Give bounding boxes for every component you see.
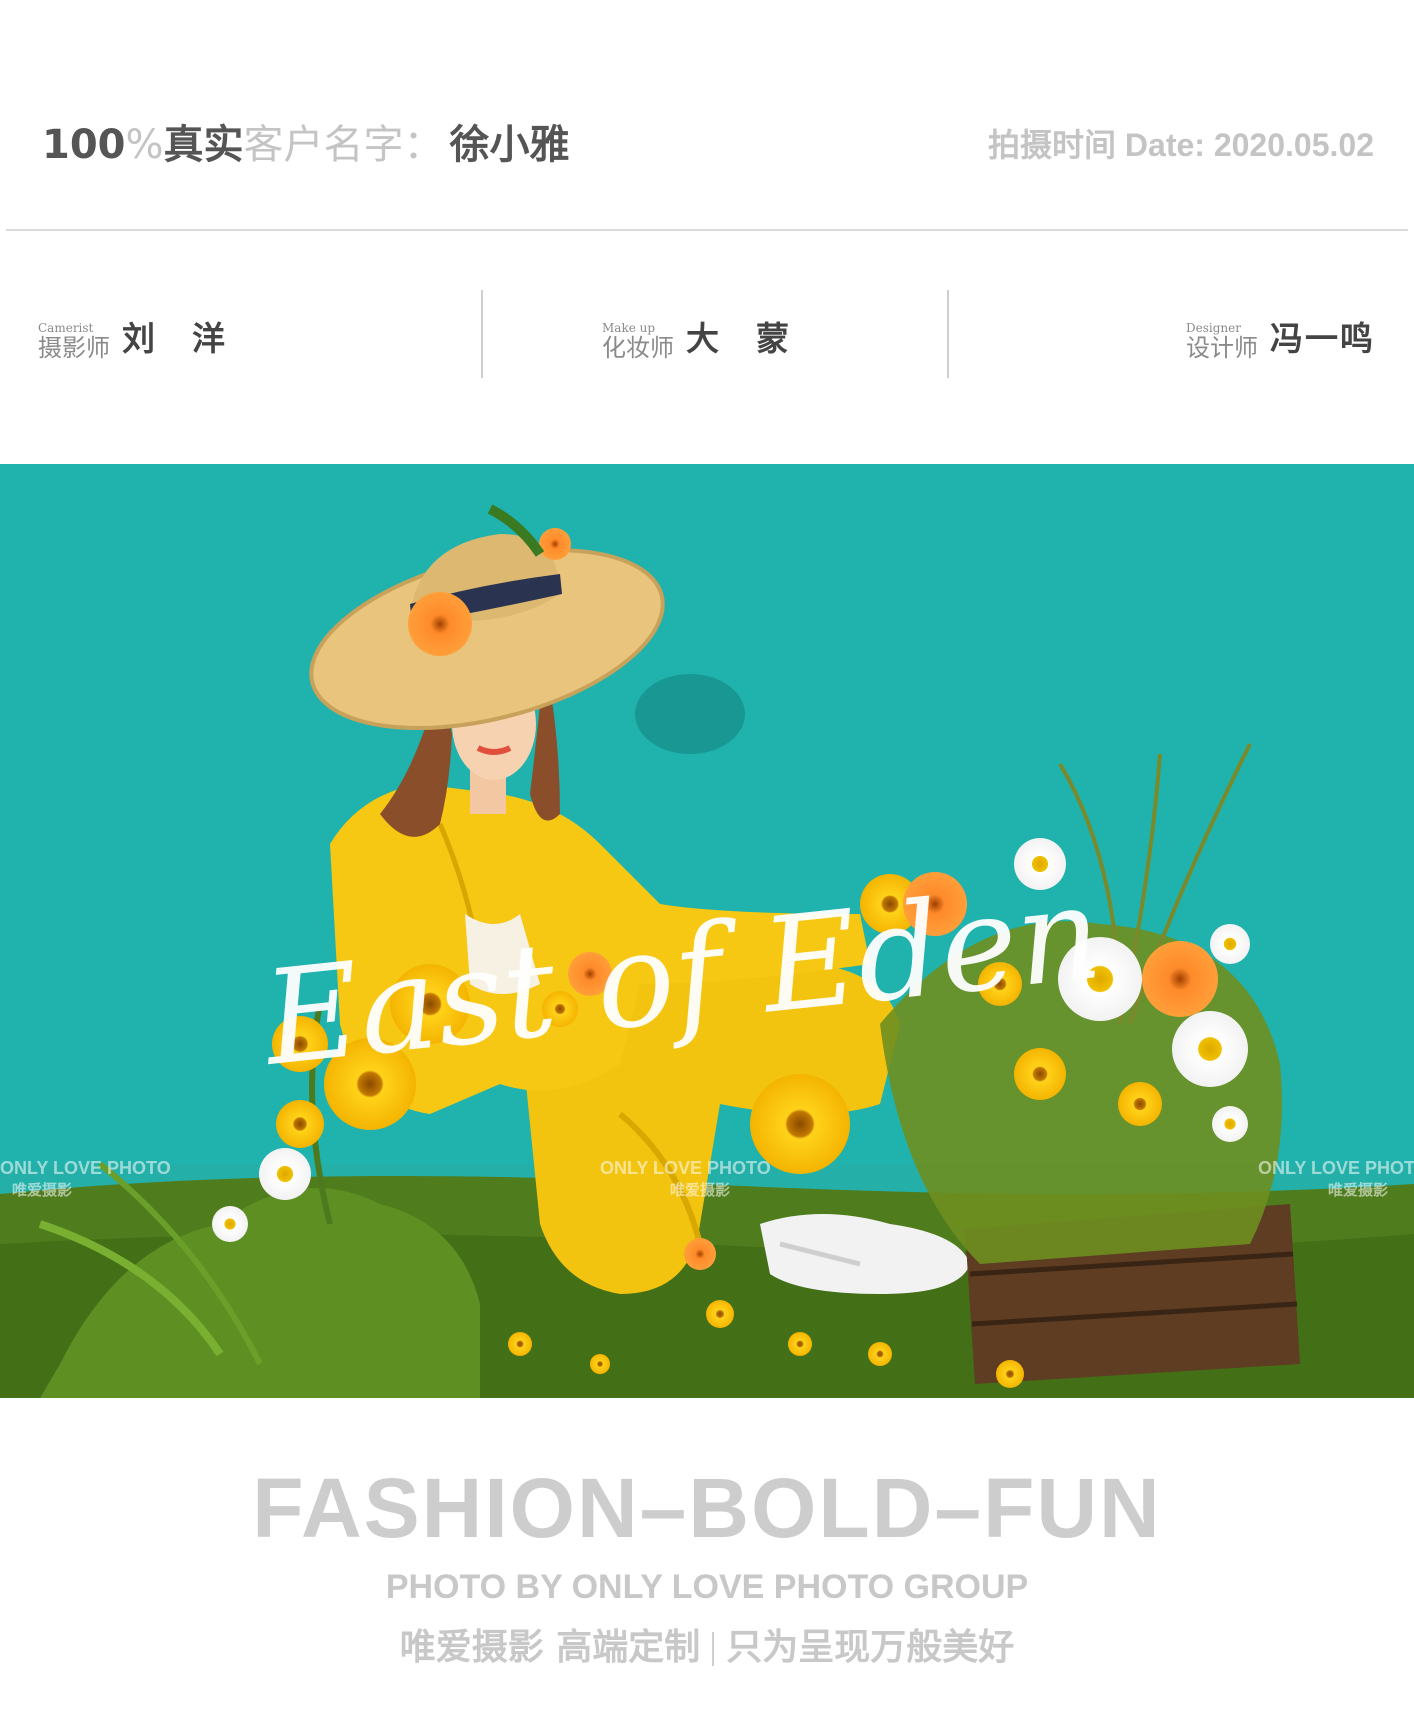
role-en: Designer xyxy=(1186,321,1241,335)
byline: PHOTO BY ONLY LOVE PHOTO GROUP xyxy=(385,1568,1029,1606)
role-cn: 设计师 xyxy=(1186,334,1258,362)
makeup-artist-name: 大 蒙 xyxy=(686,319,791,358)
watermark-right: ONLY LOVE PHOTO 唯爱摄影 xyxy=(1258,1158,1414,1200)
credit-role: Camerist 摄影师 xyxy=(38,322,110,360)
watermark-center: ONLY LOVE PHOTO 唯爱摄影 xyxy=(600,1158,771,1200)
percent-number: 100 xyxy=(42,122,126,168)
tagline-left: 唯爱摄影 高端定制 xyxy=(399,1627,701,1668)
credit-designer: Designer 设计师 冯一鸣 xyxy=(1186,312,1375,360)
credit-makeup: Make up 化妆师 大 蒙 xyxy=(602,312,791,360)
hero-photo: East of Eden ONLY LOVE PHOTO 唯爱摄影 ONLY L… xyxy=(0,464,1414,1398)
photographer-name: 刘 洋 xyxy=(122,319,227,358)
tagline-separator xyxy=(712,1632,715,1666)
role-cn: 化妆师 xyxy=(602,334,674,362)
role-cn: 摄影师 xyxy=(38,334,110,362)
real-label: 真实 xyxy=(163,122,244,168)
shoot-date: 拍摄时间 Date: 2020.05.02 xyxy=(988,127,1374,163)
client-name: 徐小雅 xyxy=(449,122,570,168)
tagline-right: 只为呈现万般美好 xyxy=(726,1627,1015,1668)
credit-divider xyxy=(947,290,949,378)
watermark-en: ONLY LOVE PHOTO xyxy=(600,1158,771,1178)
credit-role: Make up 化妆师 xyxy=(602,322,674,360)
watermark-en: ONLY LOVE PHOTO xyxy=(1258,1158,1414,1178)
watermark-left: ONLY LOVE PHOTO 唯爱摄影 xyxy=(0,1158,171,1200)
watermark-cn: 唯爱摄影 xyxy=(670,1182,731,1199)
credit-divider xyxy=(481,290,483,378)
tagline: 唯爱摄影 高端定制 只为呈现万般美好 xyxy=(0,1618,1414,1670)
client-header: 100 % 真实 客户名字： 徐小雅 xyxy=(42,112,570,172)
watermark-cn: 唯爱摄影 xyxy=(12,1182,73,1199)
header-divider xyxy=(6,229,1408,231)
designer-name: 冯一鸣 xyxy=(1270,319,1375,358)
watermark-cn: 唯爱摄影 xyxy=(1328,1182,1389,1199)
credit-role: Designer 设计师 xyxy=(1186,322,1258,360)
role-en: Make up xyxy=(602,321,656,335)
client-name-label: 客户名字： xyxy=(243,122,444,168)
role-en: Camerist xyxy=(38,321,94,335)
slogan: FASHION–BOLD–FUN xyxy=(252,1461,1162,1555)
credit-photographer: Camerist 摄影师 刘 洋 xyxy=(38,312,227,360)
percent-sign: % xyxy=(125,122,164,168)
photo-illustration: East of Eden xyxy=(0,464,1414,1398)
watermark-en: ONLY LOVE PHOTO xyxy=(0,1158,171,1178)
